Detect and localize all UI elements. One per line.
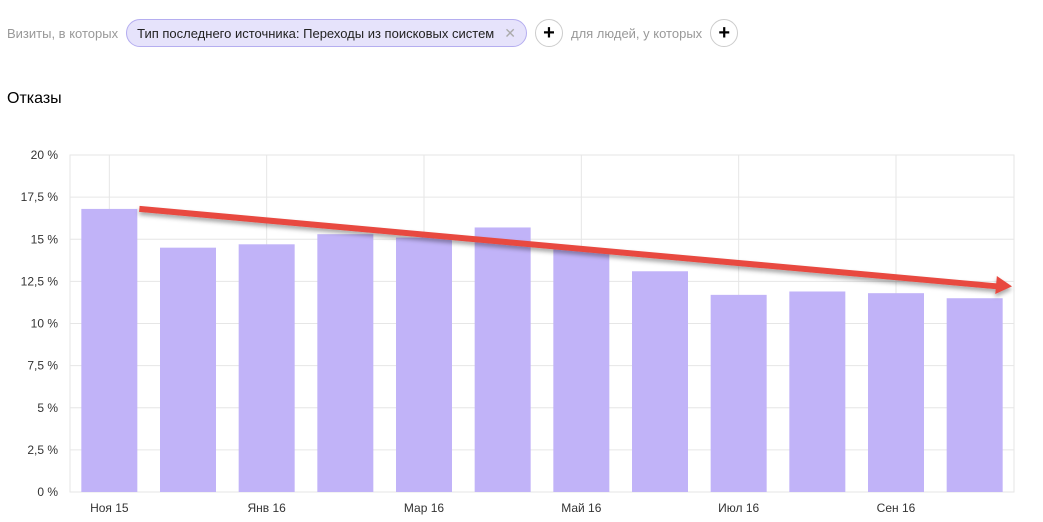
x-tick-label: Май 16 [561,501,602,515]
x-tick-label: Мар 16 [404,501,444,515]
y-tick-label: 17,5 % [21,190,59,204]
y-tick-label: 2,5 % [27,443,58,457]
trend-arrow-head [995,276,1012,294]
bar-Ноя 15 [81,208,138,493]
x-tick-label: Ноя 15 [90,501,129,515]
x-tick-label: Янв 16 [247,501,286,515]
y-tick-label: 12,5 % [21,274,59,288]
y-tick-label: 5 % [37,401,58,415]
bar-Май 16 [553,249,610,492]
y-tick-label: 0 % [37,485,58,499]
bar-Фев 16 [317,234,374,492]
bar-Апр 16 [474,227,531,492]
bar-Окт 16 [946,298,1003,492]
bar-Авг 16 [789,291,846,492]
bar-Июн 16 [632,271,688,492]
y-tick-label: 10 % [31,317,59,331]
x-tick-label: Июл 16 [718,501,759,515]
bar-Дек 15 [160,247,216,492]
bar-chart: 0 % 2,5 % 5 % 7,5 % 10 % 12,5 % 15 % 17,5 % 20 %… [21,148,1015,515]
y-tick-label: 20 % [31,148,59,162]
bar-Янв 16 [238,244,295,492]
bar-Июл 16 [710,294,767,492]
x-tick-label: Сен 16 [877,501,916,515]
bar-Сен 16 [868,293,924,492]
y-tick-label: 7,5 % [27,359,58,373]
bar-Мар 16 [396,237,452,492]
y-tick-label: 15 % [31,232,59,246]
